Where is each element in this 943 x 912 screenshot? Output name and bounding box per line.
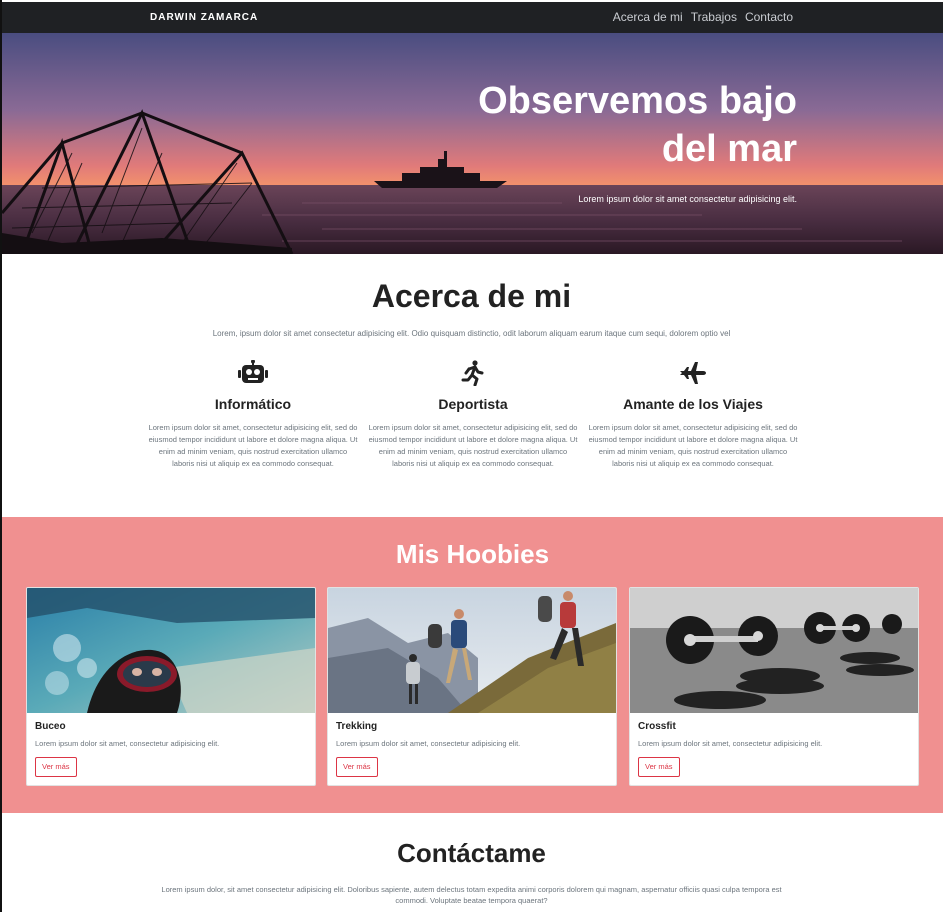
running-icon — [461, 360, 484, 386]
plane-icon — [680, 362, 706, 384]
card-text: Lorem ipsum dolor sit amet, consectetur … — [336, 739, 521, 748]
feature-title: Amante de los Viajes — [623, 396, 763, 412]
card-title: Crossfit — [638, 721, 676, 732]
hero-title: Observemos bajo del mar — [478, 80, 797, 170]
trekking-image — [328, 588, 616, 713]
contact-text: Lorem ipsum dolor, sit amet consectetur … — [161, 885, 782, 905]
feature-title: Informático — [214, 396, 292, 412]
hobby-card-trekking: Trekking Lorem ipsum dolor sit amet, con… — [327, 587, 617, 786]
nav-link-contacto[interactable]: Contacto — [745, 10, 793, 24]
hero-subtitle: Lorem ipsum dolor sit amet consectetur a… — [578, 194, 797, 204]
feature-text: Lorem ipsum dolor sit amet, consectetur … — [588, 423, 798, 468]
card-text: Lorem ipsum dolor sit amet, consectetur … — [35, 739, 220, 748]
ver-mas-button[interactable]: Ver más — [336, 757, 378, 777]
crossfit-image — [630, 588, 918, 713]
diving-image — [27, 588, 315, 713]
hobbies-section: Mis Hoobies Buceo Lorem ipsum dolor sit … — [2, 517, 943, 813]
feature-viajes: Amante de los Viajes Lorem ipsum dolor s… — [587, 360, 799, 470]
feature-title: Deportista — [438, 396, 508, 412]
feature-text: Lorem ipsum dolor sit amet, consectetur … — [368, 423, 578, 468]
card-text: Lorem ipsum dolor sit amet, consectetur … — [638, 739, 823, 748]
hobby-card-crossfit: Crossfit Lorem ipsum dolor sit amet, con… — [629, 587, 919, 786]
card-title: Buceo — [35, 721, 66, 732]
brand-logo[interactable]: DARWIN ZAMARCA — [150, 12, 258, 23]
ver-mas-button[interactable]: Ver más — [638, 757, 680, 777]
hero-banner: Observemos bajo del mar Lorem ipsum dolo… — [2, 33, 943, 254]
hobby-card-buceo: Buceo Lorem ipsum dolor sit amet, consec… — [26, 587, 316, 786]
feature-text: Lorem ipsum dolor sit amet, consectetur … — [148, 423, 358, 468]
card-title: Trekking — [336, 721, 378, 732]
hobbies-title: Mis Hoobies — [395, 539, 550, 569]
nav-link-trabajos[interactable]: Trabajos — [691, 10, 737, 24]
ver-mas-button[interactable]: Ver más — [35, 757, 77, 777]
contact-title: Contáctame — [397, 838, 546, 868]
about-intro: Lorem, ipsum dolor sit amet consectetur … — [212, 329, 731, 338]
sunset-sea-image — [2, 33, 943, 254]
navbar: DARWIN ZAMARCA Acerca de mi Trabajos Con… — [2, 2, 943, 33]
robot-icon — [238, 360, 268, 383]
feature-deportista: Deportista Lorem ipsum dolor sit amet, c… — [367, 360, 579, 470]
feature-informatico: Informático Lorem ipsum dolor sit amet, … — [147, 360, 359, 470]
nav-link-acerca[interactable]: Acerca de mi — [613, 10, 683, 24]
about-title: Acerca de mi — [371, 278, 572, 314]
nav-links: Acerca de mi Trabajos Contacto — [613, 10, 793, 24]
